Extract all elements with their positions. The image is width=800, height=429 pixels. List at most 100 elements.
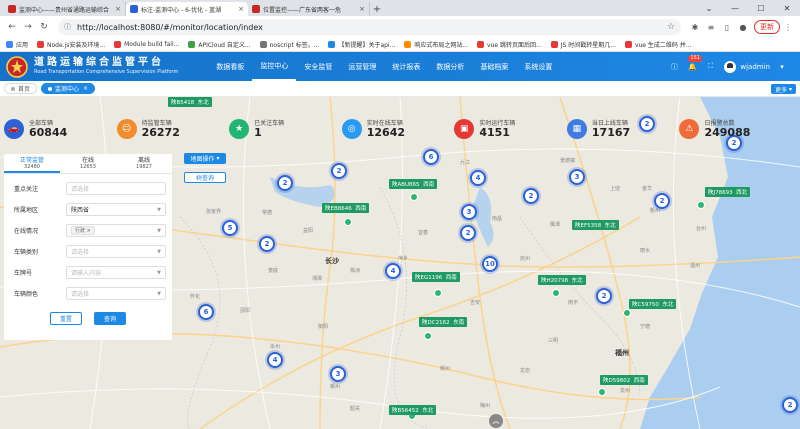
cluster-marker[interactable]: 2 bbox=[277, 175, 293, 191]
vehicle-label[interactable]: 陕EG1196 西南 bbox=[412, 272, 460, 282]
close-icon[interactable]: × bbox=[83, 85, 88, 92]
extensions-icon[interactable]: ✱ bbox=[687, 19, 703, 35]
scroll-up-icon[interactable]: ︽ bbox=[489, 414, 503, 428]
maximize-icon[interactable]: ☐ bbox=[748, 0, 774, 16]
cluster-marker[interactable]: 3 bbox=[330, 366, 346, 382]
menu-reports[interactable]: 统计报表 bbox=[384, 52, 428, 81]
update-button[interactable]: 更新 bbox=[754, 20, 780, 34]
more-button[interactable]: 更多 ▾ bbox=[771, 84, 796, 94]
new-tab-button[interactable]: + bbox=[370, 2, 384, 16]
cluster-marker[interactable]: 4 bbox=[470, 170, 486, 186]
plate-input[interactable]: 请输入内容 ▼ bbox=[66, 266, 166, 279]
stat-alarms[interactable]: ⚠ 日报警总数 249088 bbox=[679, 114, 792, 144]
profile-icon[interactable]: ● bbox=[735, 19, 751, 35]
menu-monitor-center[interactable]: 监控中心 bbox=[252, 52, 297, 81]
bookmark-item[interactable]: vue 跳转页面后回... bbox=[477, 40, 542, 49]
fullscreen-icon[interactable]: ⛶ bbox=[704, 61, 716, 73]
browser-tab-active[interactable]: 标注-监测中心 - 6-优化 - 蓝湖 × bbox=[126, 2, 248, 16]
cluster-marker[interactable]: 2 bbox=[654, 193, 670, 209]
bookmark-item[interactable]: 响应式布局之网站... bbox=[404, 40, 468, 49]
bookmark-item[interactable]: Module build fail... bbox=[114, 41, 179, 48]
vehicle-marker-icon[interactable] bbox=[623, 309, 631, 317]
stat-online[interactable]: ◎ 实时在线车辆 12642 bbox=[341, 114, 455, 144]
cluster-marker[interactable]: 2 bbox=[259, 236, 275, 252]
menu-operations[interactable]: 运营管理 bbox=[340, 52, 384, 81]
stat-followed[interactable]: ★ 已关注车辆 1 bbox=[229, 114, 342, 144]
cluster-marker[interactable]: 10 bbox=[482, 256, 498, 272]
cluster-marker[interactable]: 3 bbox=[569, 169, 585, 185]
menu-analysis[interactable]: 数据分析 bbox=[428, 52, 472, 81]
close-icon[interactable]: × bbox=[359, 5, 365, 13]
vehicle-label[interactable]: 陕B56452 东北 bbox=[389, 405, 437, 415]
tag-monitor-center[interactable]: 监测中心 × bbox=[41, 83, 96, 94]
region-select[interactable]: 陕西省 ▼ bbox=[66, 203, 166, 216]
vehicle-label[interactable]: 陕C59750 东北 bbox=[629, 299, 677, 309]
reload-icon[interactable]: ↻ bbox=[36, 19, 52, 35]
username[interactable]: wjadmin bbox=[740, 63, 770, 71]
vehicle-type-select[interactable]: 请选择 ▼ bbox=[66, 245, 166, 258]
reset-button[interactable]: 重置 bbox=[50, 312, 82, 325]
tree-query-button[interactable]: 树查询 bbox=[184, 172, 226, 183]
sidebar-icon[interactable]: ▯ bbox=[719, 19, 735, 35]
avatar[interactable] bbox=[724, 60, 737, 73]
map-operations-button[interactable]: 地图操作 ▾ bbox=[184, 153, 226, 164]
bookmark-item[interactable]: 【新提醒】关于api... bbox=[328, 40, 395, 49]
stat-pending[interactable]: ☺ 待监管车辆 26272 bbox=[116, 114, 230, 144]
query-button[interactable]: 查询 bbox=[94, 312, 126, 325]
vehicle-label[interactable]: 陕ABU865 西南 bbox=[389, 179, 438, 189]
vehicle-label[interactable]: 陕B5418 东北 bbox=[168, 97, 212, 107]
vehicle-label[interactable]: 陕D59802 西南 bbox=[600, 375, 648, 385]
url-field[interactable]: ⓘ http://localhost:8080/#/monitor/locati… bbox=[58, 19, 681, 35]
vehicle-label[interactable]: 陕EB8646 西南 bbox=[322, 203, 370, 213]
menu-settings[interactable]: 系统设置 bbox=[516, 52, 560, 81]
tab-normal[interactable]: 正常监管 32480 bbox=[4, 154, 60, 173]
stat-running[interactable]: ▣ 实时运行车辆 4151 bbox=[454, 114, 567, 144]
vehicle-marker-icon[interactable] bbox=[424, 332, 432, 340]
minimize-icon[interactable]: — bbox=[722, 0, 748, 16]
tab-online[interactable]: 在线 12653 bbox=[60, 154, 116, 173]
cluster-marker[interactable]: 4 bbox=[385, 263, 401, 279]
browser-tab[interactable]: 监测中心——贵州省通路运输综合 × bbox=[4, 2, 126, 16]
chevron-down-icon[interactable]: ▾ bbox=[776, 61, 788, 73]
bookmark-item[interactable]: noscript 标签。... bbox=[259, 40, 319, 49]
vehicle-label[interactable]: 陕DC2162 东南 bbox=[419, 317, 468, 327]
cluster-marker[interactable]: 2 bbox=[596, 288, 612, 304]
back-icon[interactable]: ← bbox=[4, 19, 20, 35]
bell-icon[interactable]: 🔔 151 bbox=[686, 54, 702, 73]
bookmark-item[interactable]: Node.js安装及环境... bbox=[37, 40, 105, 49]
online-status-select[interactable]: 行驶 × ▼ bbox=[66, 224, 166, 237]
info-icon[interactable]: ⓘ bbox=[668, 61, 680, 73]
vehicle-label[interactable]: 陕J78693 西北 bbox=[705, 187, 751, 197]
cluster-marker[interactable]: 2 bbox=[331, 163, 347, 179]
bookmark-item[interactable]: vue 生成二维码 并... bbox=[624, 40, 692, 49]
cluster-marker[interactable]: 6 bbox=[423, 149, 439, 165]
cluster-marker[interactable]: 4 bbox=[267, 352, 283, 368]
menu-icon[interactable]: ⋮ bbox=[780, 19, 796, 35]
bookmark-item[interactable]: APICloud 自定义... bbox=[188, 40, 251, 49]
stat-today-online[interactable]: ▦ 当日上线车辆 17167 bbox=[566, 114, 680, 144]
vehicle-label[interactable]: 陕EF5358 东北 bbox=[572, 220, 619, 230]
dropdown-icon[interactable]: ⌄ bbox=[696, 0, 722, 16]
vehicle-marker-icon[interactable] bbox=[344, 218, 352, 226]
cluster-marker[interactable]: 3 bbox=[461, 204, 477, 220]
vehicle-marker-icon[interactable] bbox=[434, 289, 442, 297]
vehicle-marker-icon[interactable] bbox=[697, 201, 705, 209]
vehicle-label[interactable]: 陕H20798 东北 bbox=[538, 275, 586, 285]
menu-safety[interactable]: 安全监管 bbox=[296, 52, 340, 81]
vehicle-marker-icon[interactable] bbox=[410, 193, 418, 201]
info-icon[interactable]: ⓘ bbox=[64, 22, 71, 32]
cluster-marker[interactable]: 2 bbox=[523, 188, 539, 204]
close-icon[interactable]: × bbox=[115, 5, 121, 13]
tag-home[interactable]: 首页 bbox=[4, 83, 38, 94]
vehicle-marker-icon[interactable] bbox=[598, 388, 606, 396]
stat-all-vehicles[interactable]: 🚗 全部车辆 60844 bbox=[4, 114, 117, 144]
reading-list-icon[interactable]: ≡ bbox=[703, 19, 719, 35]
cluster-marker[interactable]: 6 bbox=[198, 304, 214, 320]
bookmark-star-icon[interactable]: ☆ bbox=[667, 22, 675, 32]
cluster-marker[interactable]: 2 bbox=[460, 225, 476, 241]
cluster-marker[interactable]: 2 bbox=[782, 397, 798, 413]
cluster-marker[interactable]: 5 bbox=[222, 220, 238, 236]
vehicle-color-select[interactable]: 请选择 ▼ bbox=[66, 287, 166, 300]
bookmark-item[interactable]: JS 时间戳转星期几... bbox=[550, 40, 616, 49]
vehicle-marker-icon[interactable] bbox=[552, 289, 560, 297]
